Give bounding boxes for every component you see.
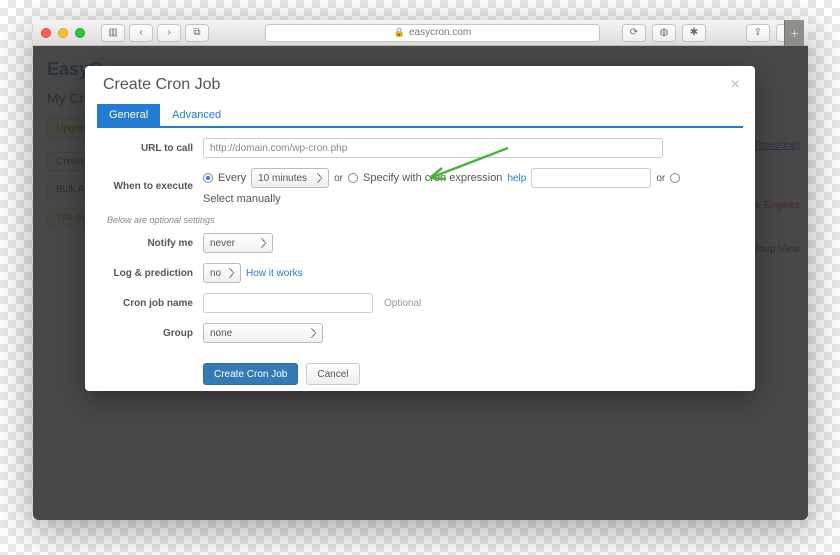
name-input[interactable] bbox=[203, 293, 373, 313]
interval-select[interactable]: 10 minutes bbox=[251, 168, 329, 188]
back-button-icon[interactable]: ‹ bbox=[129, 24, 153, 42]
share-icon[interactable]: ⇪ bbox=[746, 24, 770, 42]
modal-tabs: General Advanced bbox=[97, 104, 743, 128]
how-it-works-link[interactable]: How it works bbox=[246, 268, 303, 279]
cancel-button[interactable]: Cancel bbox=[306, 363, 359, 385]
url-input[interactable] bbox=[203, 138, 663, 158]
address-bar[interactable]: 🔒 easycron.com bbox=[265, 24, 600, 42]
cron-expression-label: Specify with cron expression bbox=[363, 172, 502, 184]
radio-cron-expression[interactable] bbox=[348, 173, 358, 183]
every-label: Every bbox=[218, 172, 246, 184]
lock-icon: 🔒 bbox=[394, 27, 405, 38]
traffic-lights bbox=[41, 28, 85, 38]
or-2: or bbox=[656, 173, 665, 184]
or-1: or bbox=[334, 173, 343, 184]
group-select[interactable]: none bbox=[203, 323, 323, 343]
radio-manual[interactable] bbox=[670, 173, 680, 183]
fullscreen-window-dot[interactable] bbox=[75, 28, 85, 38]
close-window-dot[interactable] bbox=[41, 28, 51, 38]
minimize-window-dot[interactable] bbox=[58, 28, 68, 38]
modal-footer: Create Cron Job Cancel bbox=[85, 353, 755, 399]
radio-every[interactable] bbox=[203, 173, 213, 183]
notify-select[interactable]: never bbox=[203, 233, 273, 253]
create-cron-modal: Create Cron Job × General Advanced URL t… bbox=[85, 66, 755, 391]
nav-button-group: ▥ ‹ › ⧉ bbox=[101, 24, 209, 42]
close-icon[interactable]: × bbox=[731, 76, 740, 94]
page: EasyC My Cron Jo Upgrade yo Create New B… bbox=[33, 46, 808, 520]
tab-advanced[interactable]: Advanced bbox=[160, 104, 233, 126]
label-group: Group bbox=[103, 328, 203, 339]
label-notify: Notify me bbox=[103, 238, 203, 249]
tabs-overview-icon[interactable]: ⧉ bbox=[185, 24, 209, 42]
label-url: URL to call bbox=[103, 143, 203, 154]
right-toolbar-group: ⟳ ◍ ✱ bbox=[622, 24, 706, 42]
forward-button-icon[interactable]: › bbox=[157, 24, 181, 42]
extension-icon[interactable]: ✱ bbox=[682, 24, 706, 42]
reload-icon[interactable]: ⟳ bbox=[622, 24, 646, 42]
tab-general[interactable]: General bbox=[97, 104, 160, 126]
label-log: Log & prediction bbox=[103, 268, 203, 279]
browser-titlebar: ▥ ‹ › ⧉ 🔒 easycron.com ⟳ ◍ ✱ ⇪ ⧉ + bbox=[33, 20, 808, 46]
label-when: When to execute bbox=[103, 181, 203, 192]
sidebar-toggle-icon[interactable]: ▥ bbox=[101, 24, 125, 42]
manual-label: Select manually bbox=[203, 193, 281, 205]
label-name: Cron job name bbox=[103, 298, 203, 309]
submit-button[interactable]: Create Cron Job bbox=[203, 363, 298, 385]
new-tab-button[interactable]: + bbox=[784, 20, 804, 46]
log-select[interactable]: no bbox=[203, 263, 241, 283]
modal-title: Create Cron Job bbox=[103, 76, 220, 94]
modal-form: URL to call When to execute Every 10 min… bbox=[85, 128, 755, 353]
address-text: easycron.com bbox=[409, 27, 471, 38]
cron-expression-input[interactable] bbox=[531, 168, 651, 188]
optional-text: Optional bbox=[384, 298, 421, 309]
browser-window: ▥ ‹ › ⧉ 🔒 easycron.com ⟳ ◍ ✱ ⇪ ⧉ + EasyC… bbox=[33, 20, 808, 520]
reader-icon[interactable]: ◍ bbox=[652, 24, 676, 42]
help-link[interactable]: help bbox=[507, 173, 526, 184]
optional-settings-note: Below are optional settings bbox=[107, 215, 737, 225]
